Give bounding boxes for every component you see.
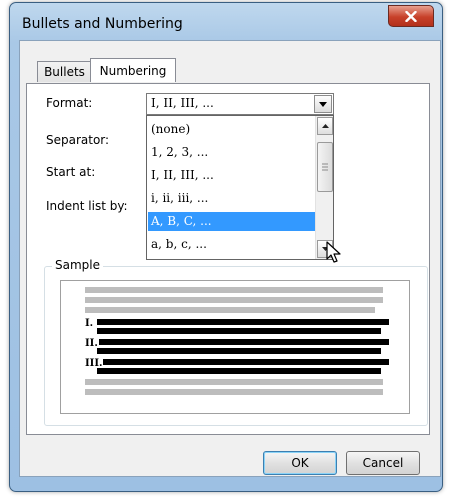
indent-list-by-label: Indent list by: bbox=[46, 199, 128, 213]
format-option-upper-alpha[interactable]: A, B, C, ... bbox=[148, 212, 317, 231]
grip-icon bbox=[322, 163, 328, 171]
close-button[interactable] bbox=[388, 5, 434, 27]
window-title: Bullets and Numbering bbox=[22, 16, 183, 32]
chevron-down-icon bbox=[319, 101, 327, 107]
tab-numbering[interactable]: Numbering bbox=[90, 58, 176, 82]
preview-text-line bbox=[85, 307, 375, 313]
preview-text-line bbox=[85, 287, 383, 293]
tab-bullets-label: Bullets bbox=[44, 65, 85, 79]
format-combobox[interactable]: I, II, III, ... bbox=[146, 93, 334, 115]
format-dropdown-list[interactable]: (none) 1, 2, 3, ... I, II, III, ... i, i… bbox=[146, 115, 334, 260]
preview-text-line bbox=[85, 379, 383, 385]
preview-list-line bbox=[97, 328, 381, 334]
format-label: Format: bbox=[46, 96, 93, 110]
preview-text-line bbox=[85, 389, 383, 395]
preview-number-2: II. bbox=[85, 338, 98, 349]
close-icon bbox=[405, 10, 417, 22]
format-option-lower-alpha[interactable]: a, b, c, ... bbox=[148, 235, 317, 254]
scroll-thumb[interactable] bbox=[317, 142, 333, 192]
format-combobox-value: I, II, III, ... bbox=[151, 96, 214, 110]
ok-button[interactable]: OK bbox=[263, 451, 337, 475]
preview-number-1: I. bbox=[85, 318, 94, 329]
scroll-up-arrow-icon bbox=[321, 124, 329, 128]
format-option-none[interactable]: (none) bbox=[148, 120, 317, 139]
separator-label: Separator: bbox=[46, 133, 110, 147]
mouse-pointer-icon bbox=[326, 241, 341, 263]
dropdown-scrollbar[interactable] bbox=[315, 116, 333, 259]
preview-list-line bbox=[99, 339, 389, 345]
ok-button-label: OK bbox=[291, 456, 309, 470]
sample-label: Sample bbox=[52, 258, 103, 272]
preview-text-line bbox=[85, 297, 383, 303]
format-dropdown-button[interactable] bbox=[314, 95, 332, 113]
start-at-label: Start at: bbox=[46, 165, 96, 179]
preview-list-line bbox=[103, 359, 389, 365]
preview-list-line bbox=[97, 319, 389, 325]
preview-list-line bbox=[97, 348, 381, 354]
format-option-arabic[interactable]: 1, 2, 3, ... bbox=[148, 143, 317, 162]
preview-list-line bbox=[97, 368, 381, 374]
tab-bullets[interactable]: Bullets bbox=[37, 61, 92, 82]
cancel-button-label: Cancel bbox=[362, 456, 404, 470]
tab-numbering-label: Numbering bbox=[99, 63, 167, 78]
sample-preview: I. II. III. bbox=[60, 280, 410, 414]
format-option-lower-roman[interactable]: i, ii, iii, ... bbox=[148, 189, 317, 208]
cancel-button[interactable]: Cancel bbox=[346, 451, 420, 475]
scroll-up-button[interactable] bbox=[317, 117, 333, 135]
format-option-upper-roman[interactable]: I, II, III, ... bbox=[148, 166, 317, 185]
